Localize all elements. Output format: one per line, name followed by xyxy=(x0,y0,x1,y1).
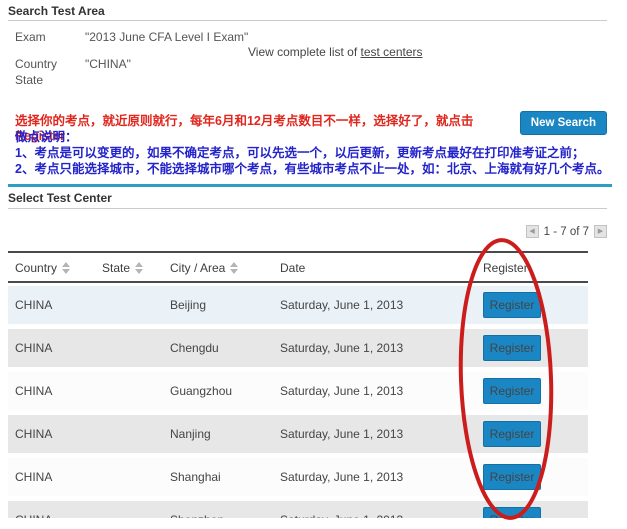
table-row: CHINA Shanghai Saturday, June 1, 2013 Re… xyxy=(8,458,588,496)
column-header-label: Country xyxy=(15,261,58,275)
table-row: CHINA Beijing Saturday, June 1, 2013 Reg… xyxy=(8,286,588,324)
sort-icon[interactable] xyxy=(230,262,239,274)
column-header-label: City / Area xyxy=(170,261,226,275)
register-button[interactable]: Register xyxy=(483,464,541,490)
note-item-1: 1、考点是可以变更的，如果不确定考点，可以先选一个，以后更新，更新考点最好在打印… xyxy=(15,146,585,160)
search-area-title: Search Test Area xyxy=(8,4,105,18)
cell-date: Saturday, June 1, 2013 xyxy=(280,341,404,355)
table-row: CHINA Guangzhou Saturday, June 1, 2013 R… xyxy=(8,372,588,410)
column-header-register: Register xyxy=(483,261,528,275)
table-header-bottom-border xyxy=(8,281,588,283)
register-button[interactable]: Register xyxy=(483,378,541,404)
cell-city: Chengdu xyxy=(170,341,219,355)
cell-country: CHINA xyxy=(15,384,53,398)
select-center-title: Select Test Center xyxy=(8,191,112,205)
column-header-label: State xyxy=(102,261,131,275)
register-button[interactable]: Register xyxy=(483,421,541,447)
note-red-line: 选择你的考点，就近原则就行，每年6月和12月考点数目不一样，选择好了，就点击Re… xyxy=(15,114,474,143)
pagination-next-button[interactable]: ▶ xyxy=(594,225,607,238)
cell-date: Saturday, June 1, 2013 xyxy=(280,384,404,398)
new-search-button[interactable]: New Search xyxy=(519,111,607,135)
pagination: ◀ 1 - 7 of 7 ▶ xyxy=(525,225,607,238)
state-label: State xyxy=(15,73,44,87)
column-header-city-area: City / Area xyxy=(170,261,239,275)
blue-divider xyxy=(8,184,612,187)
sort-icon[interactable] xyxy=(135,262,144,274)
pagination-range-text: 1 - 7 of 7 xyxy=(543,225,589,238)
divider-line-2 xyxy=(8,208,607,209)
register-button[interactable]: Register xyxy=(483,507,541,518)
divider-line xyxy=(8,20,607,21)
cell-country: CHINA xyxy=(15,298,53,312)
cell-country: CHINA xyxy=(15,513,52,518)
register-button[interactable]: Register xyxy=(483,335,541,361)
table-header-row: Country State City / Area Date Register xyxy=(8,253,588,281)
cell-country: CHINA xyxy=(15,470,53,484)
note-item-2: 2、考点只能选择城市，不能选择城市哪个考点，有些城市考点不止一处，如：北京、上海… xyxy=(15,162,610,176)
cell-city: Shanghai xyxy=(170,470,221,484)
table-row: CHINA Shenzhen Saturday, June 1, 2013 Re… xyxy=(8,501,588,518)
country-value: "CHINA" xyxy=(85,57,131,71)
cell-date: Saturday, June 1, 2013 xyxy=(280,298,404,312)
table-row: CHINA Chengdu Saturday, June 1, 2013 Reg… xyxy=(8,329,588,367)
cell-country: CHINA xyxy=(15,341,53,355)
cell-city: Nanjing xyxy=(170,427,211,441)
cell-city: Guangzhou xyxy=(170,384,233,398)
note-heading: 做点说明： xyxy=(15,130,78,144)
cell-city: Beijing xyxy=(170,298,207,312)
column-header-country: Country xyxy=(15,261,71,275)
cell-country: CHINA xyxy=(15,427,53,441)
cell-date: Saturday, June 1, 2013 xyxy=(280,513,403,518)
view-complete-list-line: View complete list of test centers xyxy=(248,45,423,59)
column-header-date: Date xyxy=(280,261,305,275)
cell-date: Saturday, June 1, 2013 xyxy=(280,470,404,484)
view-list-prefix: View complete list of xyxy=(248,45,361,59)
exam-label: Exam xyxy=(15,30,46,44)
column-header-state: State xyxy=(102,261,144,275)
table-row: CHINA Nanjing Saturday, June 1, 2013 Reg… xyxy=(8,415,588,453)
column-header-label: Date xyxy=(280,261,306,275)
table-row-clipped-container: CHINA Shenzhen Saturday, June 1, 2013 Re… xyxy=(8,501,588,518)
cell-date: Saturday, June 1, 2013 xyxy=(280,427,404,441)
register-button[interactable]: Register xyxy=(483,292,541,318)
cell-city: Shenzhen xyxy=(170,513,224,518)
pagination-prev-button[interactable]: ◀ xyxy=(525,225,539,238)
exam-value: "2013 June CFA Level I Exam" xyxy=(85,30,249,44)
test-centers-link[interactable]: test centers xyxy=(361,45,423,59)
sort-icon[interactable] xyxy=(62,262,71,274)
column-header-label: Register xyxy=(483,261,528,275)
country-label: Country xyxy=(15,57,58,71)
